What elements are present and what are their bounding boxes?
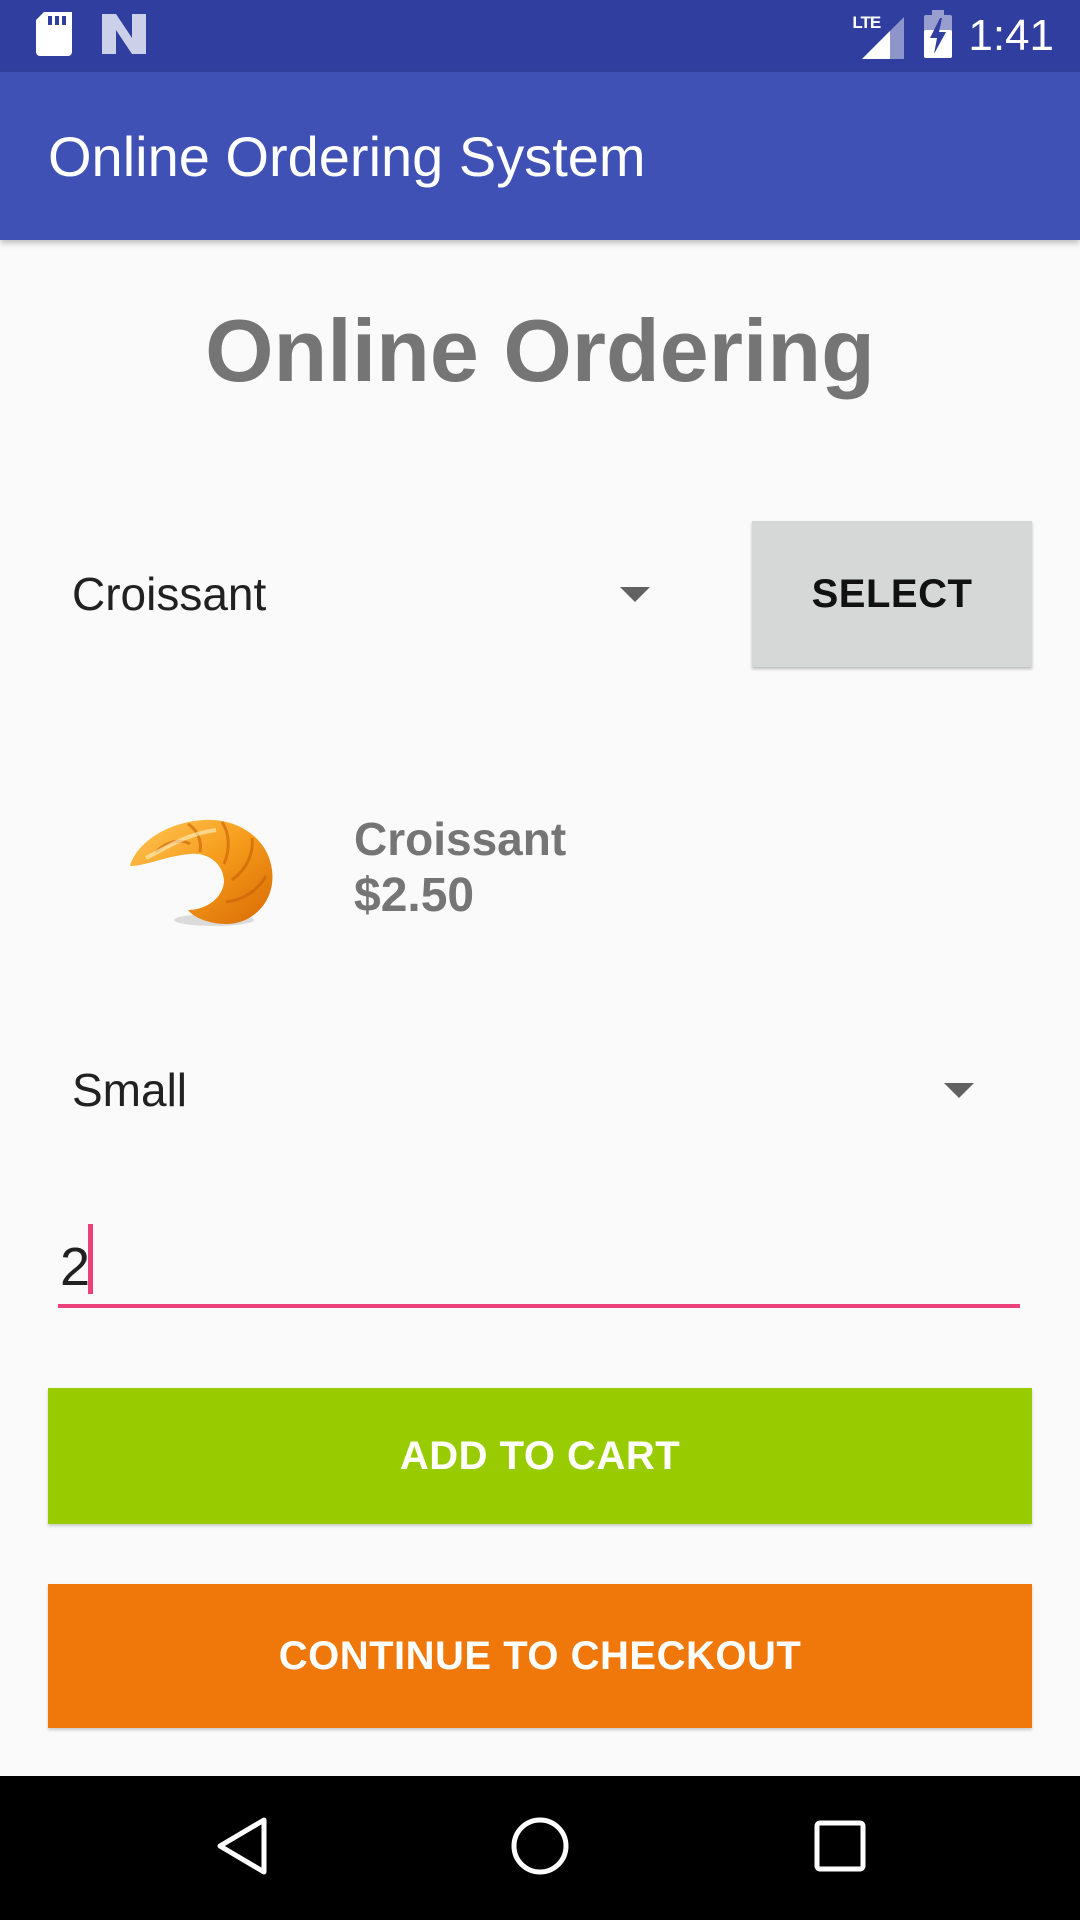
product-price: $2.50	[354, 869, 475, 922]
status-bar: LTE 1:41	[0, 0, 1080, 72]
page-title: Online Ordering	[205, 301, 875, 400]
size-spinner-value: Small	[72, 1064, 188, 1116]
item-spinner[interactable]: Croissant	[48, 540, 668, 648]
quantity-value: 2	[60, 1237, 91, 1297]
back-button[interactable]	[162, 1776, 322, 1920]
status-time: 1:41	[968, 11, 1054, 60]
home-icon	[510, 1816, 570, 1881]
continue-to-checkout-button[interactable]: CONTINUE TO CHECKOUT	[48, 1584, 1032, 1728]
navigation-bar	[0, 1776, 1080, 1920]
recents-button[interactable]	[760, 1776, 920, 1920]
quantity-input[interactable]: 2	[58, 1216, 1020, 1308]
chevron-down-icon	[944, 1083, 974, 1098]
size-spinner[interactable]: Small	[48, 1036, 1020, 1144]
home-button[interactable]	[460, 1776, 620, 1920]
recents-icon	[814, 1820, 866, 1877]
sd-card-icon	[36, 11, 72, 61]
item-spinner-value: Croissant	[72, 568, 267, 620]
back-icon	[214, 1816, 270, 1881]
text-cursor	[88, 1224, 93, 1294]
app-bar: Online Ordering System	[0, 72, 1080, 240]
select-button[interactable]: SELECT	[752, 521, 1032, 667]
battery-charging-icon	[924, 9, 953, 63]
add-to-cart-button[interactable]: ADD TO CART	[48, 1388, 1032, 1524]
n-logo-icon	[102, 13, 146, 59]
chevron-down-icon	[620, 587, 650, 602]
croissant-icon	[126, 808, 276, 932]
app-title: Online Ordering System	[48, 125, 646, 188]
product-name: Croissant	[354, 813, 567, 865]
lte-signal-icon: LTE	[852, 13, 908, 59]
